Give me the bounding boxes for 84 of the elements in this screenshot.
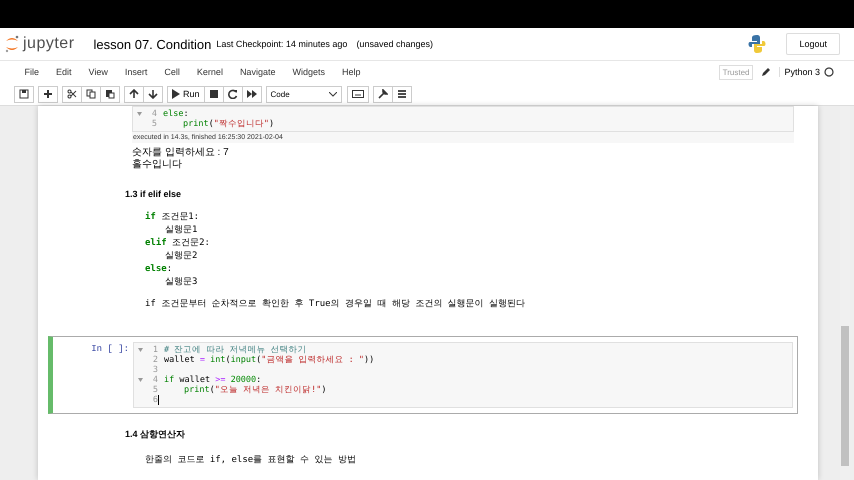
code-editor[interactable]: 4 else: 5 print("짝수입니다") xyxy=(132,106,794,132)
section-heading: 1.3 if elif else xyxy=(125,189,182,199)
restart-icon xyxy=(228,89,238,99)
list-icon xyxy=(396,89,407,99)
caret-icon xyxy=(328,92,337,96)
code-line: # 잔고에 따라 저녁메뉴 선택하기 xyxy=(164,344,307,356)
wrench-button[interactable] xyxy=(372,86,393,102)
section-heading: 1.4 삼항연산자 xyxy=(125,428,186,441)
menu-item[interactable]: Cell xyxy=(156,67,188,77)
notebook-title[interactable]: lesson 07. Condition xyxy=(94,36,212,52)
code-line: 실행문2 xyxy=(164,250,198,263)
add-cell-button[interactable] xyxy=(38,86,58,102)
move-up-button[interactable] xyxy=(124,86,144,102)
menu-item[interactable]: View xyxy=(80,67,116,77)
text-cursor xyxy=(158,395,159,405)
output-text: 숫자를 입력하세요 : 7 xyxy=(132,147,230,159)
fast-forward-icon xyxy=(246,89,257,99)
jupyter-logo-text: jupyter xyxy=(23,35,75,53)
code-line: print("오늘 저녁은 치킨이닭!") xyxy=(183,384,326,396)
unsaved-status: (unsaved changes) xyxy=(356,39,433,49)
restart-button[interactable] xyxy=(222,86,243,102)
kernel-idle-icon xyxy=(824,67,834,77)
stop-icon xyxy=(208,89,219,99)
list-button[interactable] xyxy=(392,86,412,102)
menu-item[interactable]: Help xyxy=(333,67,369,77)
line-number: 3 xyxy=(152,365,158,375)
plus-icon xyxy=(43,89,53,99)
code-line: elif 조건문2: xyxy=(145,237,211,250)
fast-forward-button[interactable] xyxy=(242,86,262,102)
menu-item[interactable]: Edit xyxy=(48,67,80,77)
paste-icon xyxy=(105,89,115,99)
fold-icon[interactable] xyxy=(138,348,142,352)
code-line: wallet = int(input("금액을 입력하세요 : ")) xyxy=(164,354,374,366)
line-number: 4 xyxy=(152,375,158,385)
up-arrow-icon xyxy=(129,89,139,99)
copy-icon xyxy=(86,89,96,99)
line-number: 2 xyxy=(152,355,158,365)
keyboard-button[interactable] xyxy=(346,86,369,102)
run-button[interactable]: Run xyxy=(167,86,205,102)
menu-item[interactable]: Navigate xyxy=(231,67,284,77)
fold-icon[interactable] xyxy=(138,378,142,382)
cell-type-dropdown[interactable]: Code xyxy=(266,86,342,102)
fold-icon[interactable] xyxy=(136,112,142,116)
scrollbar-thumb[interactable] xyxy=(841,326,849,466)
wrench-icon xyxy=(378,89,388,99)
save-button[interactable] xyxy=(14,86,34,102)
code-line: if 조건문1: xyxy=(145,211,200,224)
paragraph: 한줄의 코드로 if, else를 표현할 수 있는 방법 xyxy=(144,454,357,466)
code-line: else: xyxy=(145,263,174,276)
code-editor[interactable]: 1 # 잔고에 따라 저녁메뉴 선택하기 2 wallet = int(input("금액을 입력하세요 : ")) 3 4 if wallet >= 20000: 5 print("오늘 저녁은 치킨이닭!") 6 xyxy=(133,342,793,408)
stop-button[interactable] xyxy=(204,86,224,102)
python-logo-icon xyxy=(747,34,768,54)
code-line: if wallet >= 20000: xyxy=(164,375,262,385)
code-line: print("짝수입니다") xyxy=(182,118,274,130)
scissors-icon xyxy=(67,89,77,99)
code-line: 실행문1 xyxy=(164,224,198,237)
input-prompt: In [ ]: xyxy=(90,343,130,356)
code-cell[interactable]: In [ ]: 1 # 잔고에 따라 저녁메뉴 선택하기 2 wallet = int(input("금액을 입력하세요 : ")) 3 4 if wallet >= 20000: 5 print("오늘 저녁은 치킨이닭!") 6 xyxy=(48,336,798,414)
checkpoint-status: Last Checkpoint: 14 minutes ago xyxy=(216,39,348,49)
line-number: 4 xyxy=(150,109,157,119)
line-number: 5 xyxy=(152,385,158,395)
logout-button[interactable]: Logout xyxy=(786,33,840,55)
move-down-button[interactable] xyxy=(143,86,163,102)
code-line: else: xyxy=(163,109,189,119)
paste-button[interactable] xyxy=(100,86,120,102)
copy-button[interactable] xyxy=(81,86,101,102)
code-line: 실행문3 xyxy=(164,276,198,289)
menu-item[interactable]: Widgets xyxy=(284,67,334,77)
menu-item[interactable]: Insert xyxy=(116,67,156,77)
paragraph: if 조건문부터 순차적으로 확인한 후 True의 경우일 때 해당 조건의 실행문이 실행된다 xyxy=(144,298,526,310)
pencil-icon[interactable] xyxy=(761,67,772,77)
jupyter-logo-icon xyxy=(4,35,20,53)
save-icon xyxy=(19,89,29,99)
play-icon xyxy=(172,89,180,99)
line-number: 6 xyxy=(152,395,158,405)
menu-item[interactable]: File xyxy=(16,67,48,77)
cut-button[interactable] xyxy=(62,86,82,102)
menu-item[interactable]: Kernel xyxy=(188,67,232,77)
output-text: 홀수입니다 xyxy=(132,159,183,171)
line-number: 5 xyxy=(150,119,157,129)
line-number: 1 xyxy=(152,345,158,355)
down-arrow-icon xyxy=(148,89,158,99)
kernel-name: Python 3 xyxy=(779,67,820,77)
keyboard-icon xyxy=(352,90,364,98)
